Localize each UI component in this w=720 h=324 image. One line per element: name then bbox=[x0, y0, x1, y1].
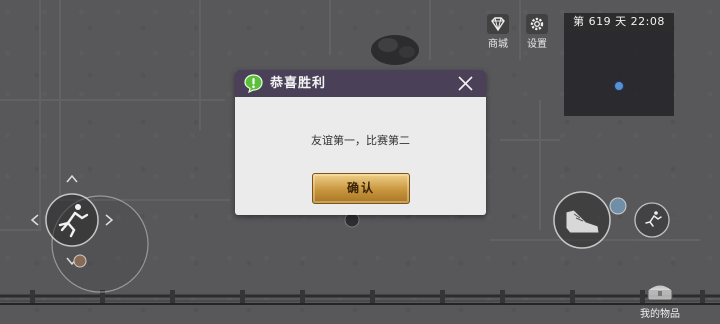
movement-joystick[interactable] bbox=[22, 168, 162, 308]
character-avatar bbox=[73, 254, 87, 268]
day-time-display: 第 619 天 22:08 bbox=[564, 13, 674, 31]
ally-marker bbox=[609, 197, 627, 215]
settings-label: 设置 bbox=[527, 39, 547, 50]
chest-icon bbox=[647, 284, 673, 301]
inventory-label: 我的物品 bbox=[640, 309, 680, 320]
confirm-button[interactable]: 确认 bbox=[312, 173, 410, 204]
dialog-message: 友谊第一，比赛第二 bbox=[311, 134, 410, 147]
diamond-icon bbox=[487, 14, 509, 34]
player-marker-icon bbox=[614, 81, 624, 91]
inventory-button[interactable]: 我的物品 bbox=[630, 278, 690, 322]
gear-icon bbox=[526, 14, 548, 34]
settings-button[interactable]: 设置 bbox=[520, 12, 554, 50]
minimap[interactable] bbox=[564, 31, 674, 116]
close-icon[interactable] bbox=[457, 75, 474, 92]
shop-label: 商城 bbox=[488, 39, 508, 50]
dialog-title: 恭喜胜利 bbox=[270, 76, 327, 91]
shop-button[interactable]: 商城 bbox=[481, 12, 515, 50]
dialog-header: 恭喜胜利 bbox=[235, 70, 486, 97]
action-controls bbox=[553, 191, 670, 249]
victory-dialog: 恭喜胜利 友谊第一，比赛第二 确认 bbox=[235, 70, 486, 215]
exclamation-badge-icon bbox=[244, 74, 263, 93]
